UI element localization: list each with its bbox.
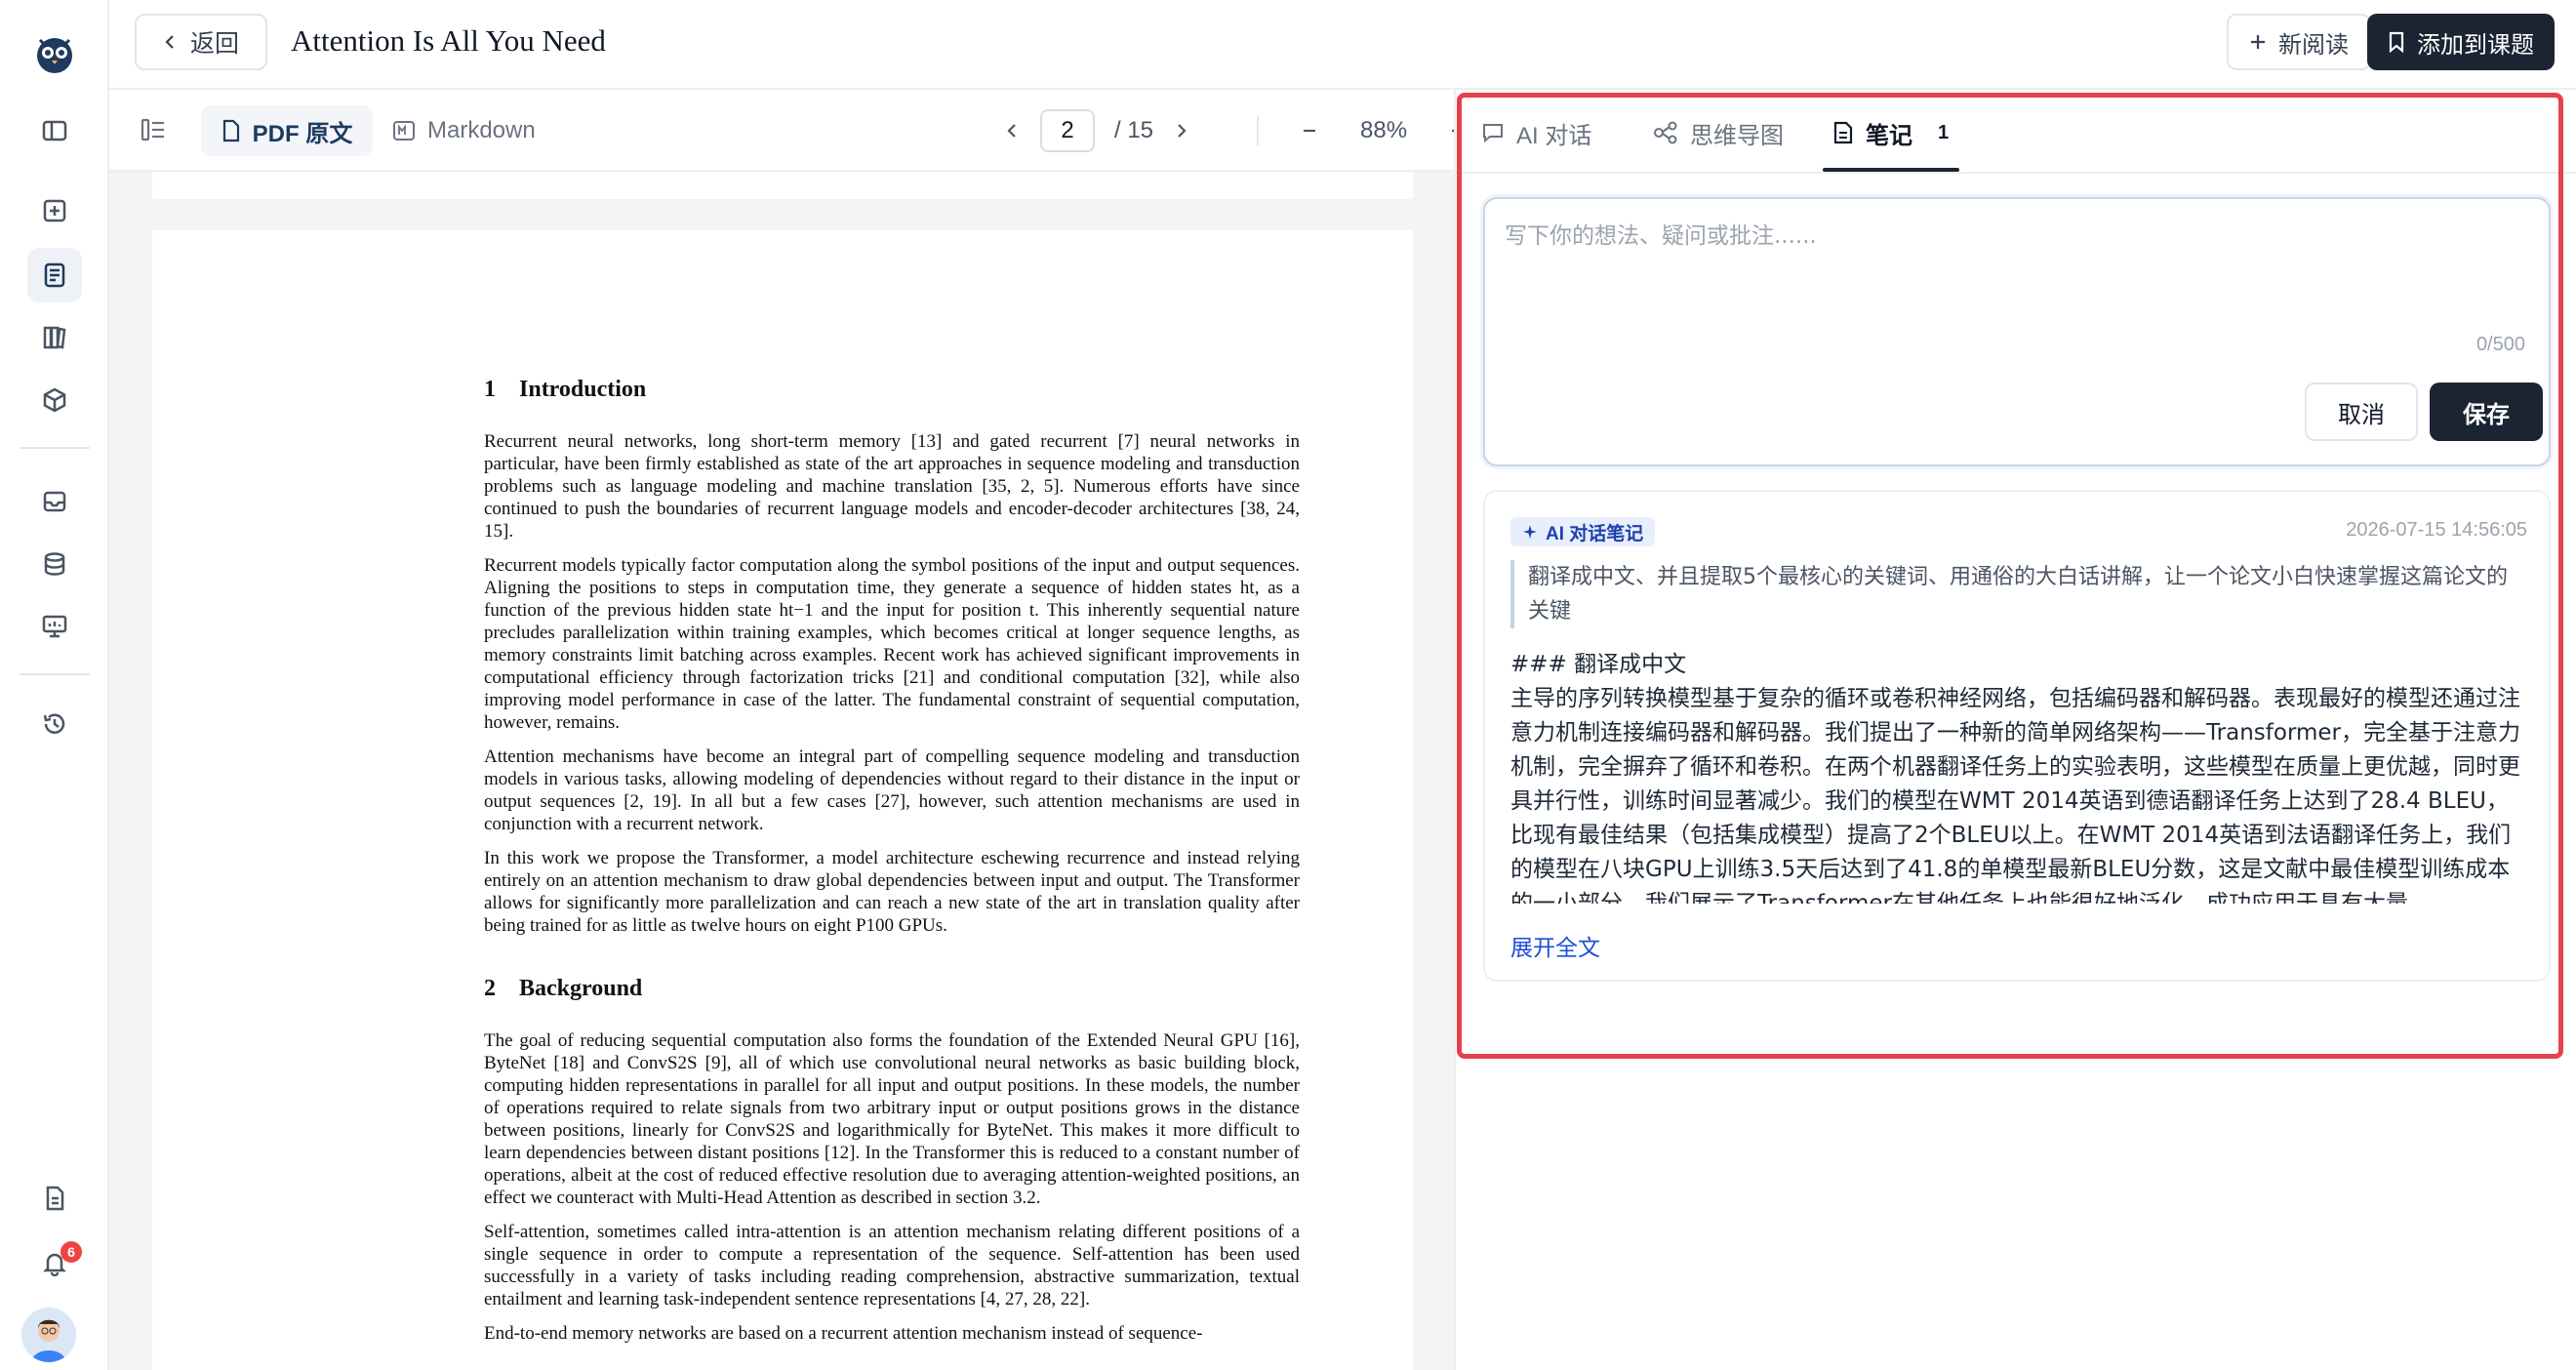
tab-mindmap[interactable]: 思维导图 xyxy=(1653,117,1784,149)
note-input[interactable] xyxy=(1505,217,2519,343)
tab-mindmap-label: 思维导图 xyxy=(1690,122,1784,149)
notes-count-badge: 1 xyxy=(1938,121,1950,143)
zoom-level: 88% xyxy=(1360,117,1408,143)
paragraph: The goal of reducing sequential computat… xyxy=(484,1030,1300,1208)
page-number-input[interactable]: 2 xyxy=(1040,109,1095,152)
save-button[interactable]: 保存 xyxy=(2430,383,2543,441)
expand-full-text-link[interactable]: 展开全文 xyxy=(1510,929,1600,962)
paper-content: 1 Introduction Recurrent neural networks,… xyxy=(484,377,1300,1356)
database-icon[interactable] xyxy=(27,537,82,591)
document-icon[interactable] xyxy=(27,1171,82,1226)
top-bar: 返回 Attention Is All You Need 新阅读 添加到课题 xyxy=(109,0,2576,90)
library-icon[interactable] xyxy=(27,310,82,365)
document-title: Attention Is All You Need xyxy=(291,23,606,58)
rail-divider xyxy=(20,447,90,449)
badge-label: AI 对话笔记 xyxy=(1546,523,1644,544)
new-read-button[interactable]: 新阅读 xyxy=(2227,14,2371,70)
notification-badge: 6 xyxy=(60,1241,82,1263)
tab-notes[interactable]: 笔记 1 xyxy=(1832,117,1950,149)
markdown-icon xyxy=(393,121,415,141)
page-navigator: 2 / 15 xyxy=(1005,105,1188,156)
tab-ai-chat-label: AI 对话 xyxy=(1516,122,1592,149)
paragraph: In this work we propose the Transformer,… xyxy=(484,848,1300,936)
paragraph: Attention mechanisms have become an inte… xyxy=(484,746,1300,834)
new-item-icon[interactable] xyxy=(27,183,82,238)
new-read-label: 新阅读 xyxy=(2278,31,2349,59)
side-panel: AI 对话 思维导图 笔记 1 0/500 取消 保存 AI 对话笔记 2026… xyxy=(1454,90,2576,1370)
rail-divider xyxy=(20,673,90,675)
next-page-icon[interactable] xyxy=(1173,123,1188,139)
zoom-controls: 88% xyxy=(1257,105,1466,156)
sparkle-icon xyxy=(1523,525,1537,539)
previous-page-sheet xyxy=(152,172,1413,199)
note-body: ### 翻译成中文 主导的序列转换模型基于复杂的循环或卷积神经网络，包括编码器和… xyxy=(1510,648,2525,904)
plus-icon xyxy=(2251,35,2265,49)
note-editor: 0/500 取消 保存 xyxy=(1483,197,2551,466)
panel-tabs: AI 对话 思维导图 笔记 1 xyxy=(1456,90,2576,174)
cube-icon[interactable] xyxy=(27,373,82,427)
file-icon xyxy=(222,119,239,142)
tab-markdown-label: Markdown xyxy=(427,117,536,143)
add-to-topic-button[interactable]: 添加到课题 xyxy=(2367,14,2555,70)
page-total: / 15 xyxy=(1114,117,1154,143)
note-heading: ### 翻译成中文 xyxy=(1510,652,1687,677)
note-quote: 翻译成中文、并且提取5个最核心的关键词、用通俗的大白话讲解，让一个论文小白快速掌… xyxy=(1510,560,2525,628)
cancel-button[interactable]: 取消 xyxy=(2305,383,2418,441)
note-card[interactable]: AI 对话笔记 2026-07-15 14:56:05 翻译成中文、并且提取5个… xyxy=(1483,490,2551,982)
pdf-viewer[interactable]: 1 Introduction Recurrent neural networks,… xyxy=(109,172,1454,1370)
note-text: 主导的序列转换模型基于复杂的循环或卷积神经网络，包括编码器和解码器。表现最好的模… xyxy=(1510,686,2521,904)
notes-icon xyxy=(1833,121,1853,144)
char-counter: 0/500 xyxy=(2475,334,2525,355)
bookmark-icon xyxy=(2389,31,2404,53)
chat-bubble-icon xyxy=(1483,124,1503,143)
paragraph: Recurrent models typically factor comput… xyxy=(484,555,1300,733)
owl-logo-icon[interactable] xyxy=(27,25,82,80)
pdf-toolbar: PDF 原文 Markdown 2 / 15 88% xyxy=(109,90,1465,172)
tab-pdf-original[interactable]: PDF 原文 xyxy=(201,105,373,156)
reader-icon[interactable] xyxy=(27,248,82,302)
history-icon[interactable] xyxy=(27,697,82,751)
chevron-left-icon xyxy=(165,35,174,49)
sidebar-toggle-icon[interactable] xyxy=(27,103,82,158)
add-to-topic-label: 添加到课题 xyxy=(2417,31,2534,59)
mindmap-icon xyxy=(1654,121,1677,144)
paragraph: Self-attention, sometimes called intra-a… xyxy=(484,1222,1300,1310)
tab-notes-label: 笔记 xyxy=(1866,122,1912,149)
left-nav-rail: 6 xyxy=(0,0,109,1370)
back-label: 返回 xyxy=(189,30,239,58)
active-tab-indicator xyxy=(1823,168,1959,172)
inbox-icon[interactable] xyxy=(27,474,82,529)
toolbar-divider xyxy=(1257,116,1259,145)
user-avatar[interactable] xyxy=(21,1308,76,1362)
paragraph: Recurrent neural networks, long short-te… xyxy=(484,431,1300,542)
outline-toggle-icon[interactable] xyxy=(141,117,166,147)
tab-pdf-label: PDF 原文 xyxy=(252,120,353,147)
back-button[interactable]: 返回 xyxy=(135,14,267,70)
prev-page-icon[interactable] xyxy=(1005,123,1021,139)
presentation-icon[interactable] xyxy=(27,599,82,654)
tab-ai-chat[interactable]: AI 对话 xyxy=(1481,117,1592,149)
section-heading: 2 Background xyxy=(484,976,643,1001)
ai-chat-note-badge: AI 对话笔记 xyxy=(1510,517,1656,546)
paragraph: End-to-end memory networks are based on … xyxy=(484,1323,1203,1344)
zoom-out-icon[interactable] xyxy=(1302,123,1317,139)
note-timestamp: 2026-07-15 14:56:05 xyxy=(2346,519,2527,541)
tab-markdown[interactable]: Markdown xyxy=(392,105,536,156)
section-heading: 1 Introduction xyxy=(484,377,647,402)
